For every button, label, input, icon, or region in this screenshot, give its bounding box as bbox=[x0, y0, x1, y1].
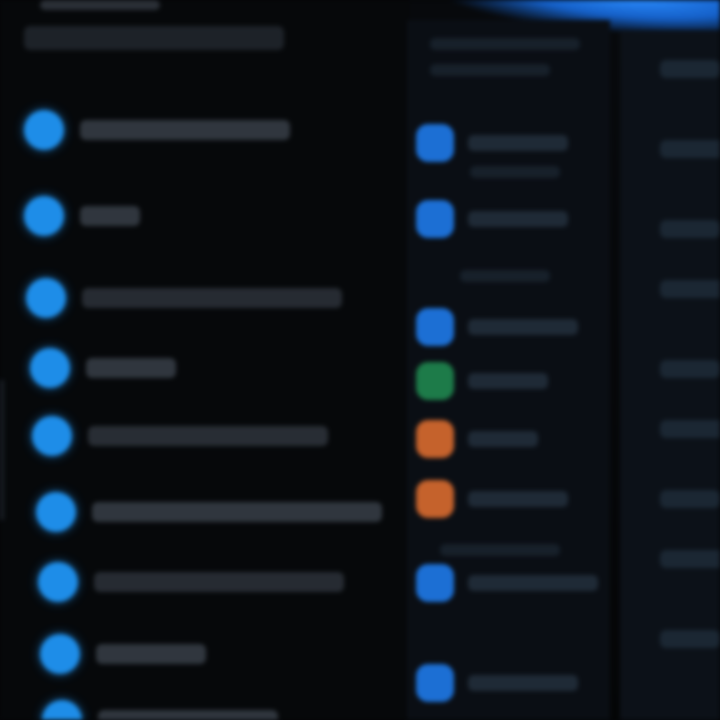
list-item-label bbox=[468, 575, 598, 591]
list-item[interactable] bbox=[36, 486, 382, 538]
detail-line bbox=[660, 490, 720, 508]
list-item-label bbox=[468, 211, 568, 227]
app-icon bbox=[26, 278, 66, 318]
app-icon bbox=[416, 308, 454, 346]
detail-line bbox=[660, 220, 720, 238]
app-icon bbox=[42, 700, 82, 720]
list-item[interactable] bbox=[416, 416, 538, 462]
list-item-label bbox=[88, 426, 328, 446]
app-icon bbox=[40, 634, 80, 674]
app-icon bbox=[36, 492, 76, 532]
list-item-label bbox=[98, 710, 278, 720]
list-item-label bbox=[82, 288, 342, 308]
list-item-label bbox=[468, 373, 548, 389]
app-icon bbox=[32, 416, 72, 456]
list-item-label bbox=[96, 644, 206, 664]
app-icon bbox=[24, 196, 64, 236]
list-item-label bbox=[468, 135, 568, 151]
detail-panel bbox=[620, 30, 720, 720]
app-icon bbox=[416, 664, 454, 702]
app-icon bbox=[38, 562, 78, 602]
app-icon bbox=[416, 200, 454, 238]
section-header bbox=[460, 270, 550, 282]
detail-line bbox=[660, 60, 720, 78]
list-item-label bbox=[468, 491, 568, 507]
list-item-label bbox=[468, 431, 538, 447]
list-item[interactable] bbox=[26, 272, 342, 324]
sidebar-header-bar bbox=[40, 0, 160, 10]
sidebar-title bbox=[24, 26, 284, 50]
list-item[interactable] bbox=[416, 304, 578, 350]
panel-header-bar bbox=[430, 64, 550, 76]
detail-line bbox=[660, 280, 720, 298]
detail-line bbox=[660, 550, 720, 568]
list-item-label bbox=[86, 358, 176, 378]
app-icon bbox=[416, 420, 454, 458]
list-item[interactable] bbox=[416, 358, 548, 404]
list-item-label bbox=[94, 572, 344, 592]
section-header bbox=[440, 544, 560, 556]
app-icon bbox=[416, 124, 454, 162]
list-item[interactable] bbox=[416, 660, 578, 706]
scrollbar[interactable] bbox=[0, 380, 4, 520]
app-icon bbox=[24, 110, 64, 150]
list-item[interactable] bbox=[30, 342, 176, 394]
list-item[interactable] bbox=[416, 476, 568, 522]
list-item-label bbox=[80, 206, 140, 226]
app-icon bbox=[416, 480, 454, 518]
app-icon bbox=[416, 362, 454, 400]
detail-line bbox=[660, 630, 720, 648]
list-item[interactable] bbox=[38, 556, 344, 608]
list-item[interactable] bbox=[32, 410, 328, 462]
list-item[interactable] bbox=[416, 196, 568, 242]
list-item[interactable] bbox=[416, 560, 598, 606]
app-window bbox=[0, 0, 720, 720]
list-item-label bbox=[468, 319, 578, 335]
app-icon bbox=[30, 348, 70, 388]
list-item-subtext bbox=[470, 166, 560, 178]
list-item-label bbox=[92, 502, 382, 522]
list-item-label bbox=[80, 120, 290, 140]
list-item[interactable] bbox=[40, 628, 206, 680]
detail-line bbox=[660, 140, 720, 158]
sidebar bbox=[0, 0, 410, 720]
panel-header-bar bbox=[430, 38, 580, 50]
list-item[interactable] bbox=[416, 120, 568, 166]
list-item[interactable] bbox=[24, 190, 140, 242]
list-item[interactable] bbox=[42, 694, 278, 720]
content-panel bbox=[408, 20, 610, 720]
detail-line bbox=[660, 360, 720, 378]
app-icon bbox=[416, 564, 454, 602]
list-item[interactable] bbox=[24, 104, 290, 156]
list-item-label bbox=[468, 675, 578, 691]
detail-line bbox=[660, 420, 720, 438]
